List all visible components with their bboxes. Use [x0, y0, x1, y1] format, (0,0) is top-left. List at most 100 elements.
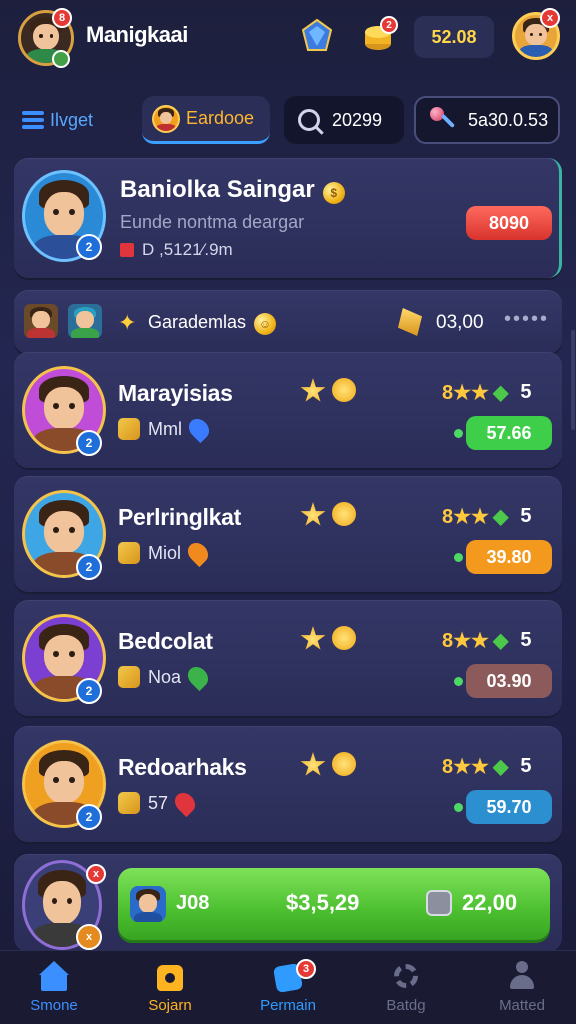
avatar-icon — [152, 104, 180, 133]
ticket-icon — [398, 308, 422, 336]
medal-icon — [332, 502, 356, 526]
featured-level-badge: 2 — [76, 234, 102, 260]
nav-item-home[interactable]: Smone — [4, 961, 104, 1014]
profile-icon — [507, 961, 537, 991]
tab-magic[interactable]: 5a30.0.53 — [414, 96, 560, 144]
nav-label: Smone — [30, 997, 78, 1014]
player-row[interactable]: 2 Marayisias Mml 8★★ ◆ 5 57.66 — [14, 352, 562, 468]
gear-icon — [391, 961, 421, 991]
featured-subtitle: Eunde nontma deargar — [120, 212, 305, 232]
action-card: x x J08 $3,5,29 22,00 — [14, 854, 562, 952]
avatar-notification-badge: 8 — [52, 8, 72, 28]
tab-label: Eardooe — [186, 108, 255, 128]
featured-price-button[interactable]: 8090 — [466, 206, 552, 240]
featured-player-card[interactable]: 2 Baniolka Saingar $ Eunde nontma deargar… — [14, 158, 562, 278]
bet-button[interactable]: 57.66 — [466, 416, 552, 450]
item-icon — [118, 542, 140, 564]
player-name: Bedcolat — [118, 628, 213, 654]
star-icon — [300, 378, 326, 402]
nav-item-play[interactable]: Permain 3 — [238, 959, 338, 1014]
player-name: Perlringlkat — [118, 504, 241, 530]
player-name: Marayisias — [118, 380, 233, 406]
mini-avatar-2 — [68, 304, 102, 338]
coin-notification-badge: 2 — [380, 16, 398, 34]
tab-search[interactable]: 20299 — [284, 96, 404, 144]
bottom-nav: Smone Sojarn Permain 3 Batdg Matted — [0, 950, 576, 1024]
player-info: Noa — [118, 662, 213, 692]
leaf-icon: ◆ — [492, 506, 509, 528]
gem-icon[interactable] — [300, 18, 334, 54]
bet-button[interactable]: 39.80 — [466, 540, 552, 574]
player-row[interactable]: 2 Perlringlkat Miol 8★★ ◆ 5 39.80 — [14, 476, 562, 592]
star-rating — [300, 502, 356, 528]
wand-icon — [430, 107, 456, 133]
scrollbar[interactable] — [571, 330, 575, 430]
cta-job: J08 — [176, 892, 210, 914]
tab-label: 20299 — [332, 109, 383, 130]
online-dot — [454, 803, 463, 812]
star-icon — [300, 502, 326, 526]
nav-label: Sojarn — [148, 997, 192, 1014]
star-rating — [300, 626, 356, 652]
play-button[interactable]: J08 $3,5,29 22,00 — [118, 868, 550, 940]
nav-item-gear[interactable]: Batdg — [356, 961, 456, 1014]
cta-total: $3,5,29 — [286, 890, 360, 915]
home-icon — [39, 961, 69, 991]
action-close-icon[interactable]: x — [86, 864, 106, 884]
tab-characters[interactable]: Eardooe — [142, 96, 270, 144]
player-rank: 8★★ ◆ 5 — [442, 755, 532, 778]
safe-icon — [426, 890, 452, 916]
leaf-icon: ◆ — [492, 382, 509, 404]
profile-close-icon[interactable]: x — [540, 8, 560, 28]
coin-icon: ☺ — [254, 313, 277, 335]
player-rank: 8★★ ◆ 5 — [442, 505, 532, 528]
star-rating — [300, 378, 356, 404]
medal-icon — [332, 626, 356, 650]
online-dot — [454, 677, 463, 686]
player-level-badge: 2 — [76, 430, 102, 456]
bet-button[interactable]: 59.70 — [466, 790, 552, 824]
action-level-badge: x — [76, 924, 102, 950]
nav-item-shop[interactable]: Sojarn — [120, 961, 220, 1014]
balance-display[interactable]: 52.08 — [414, 16, 494, 58]
item-icon — [118, 792, 140, 814]
top-bar: 8 Manigkaai 2 52.08 x — [0, 0, 576, 78]
featured-name: Baniolka Saingar $ — [120, 176, 345, 204]
strip-label: Garademlas ☺ — [148, 312, 277, 335]
player-level-badge: 2 — [76, 678, 102, 704]
location-pin-icon — [184, 414, 214, 444]
player-rank: 8★★ ◆ 5 — [442, 629, 532, 652]
nav-label: Matted — [499, 997, 545, 1014]
chart-icon — [120, 243, 134, 257]
player-row[interactable]: 2 Redoarhaks 57 8★★ ◆ 5 59.70 — [14, 726, 562, 842]
player-info: Miol — [118, 538, 213, 568]
sparkle-icon: ✦ — [118, 310, 137, 335]
player-info: 57 — [118, 788, 200, 818]
coin-icon: $ — [322, 182, 345, 204]
strip-value: 03,00 — [436, 312, 484, 333]
online-dot — [454, 429, 463, 438]
mini-avatar-1 — [24, 304, 58, 338]
star-rating — [300, 752, 356, 778]
medal-icon — [332, 378, 356, 402]
nav-label: Batdg — [386, 997, 426, 1014]
rewards-strip[interactable]: ✦ Garademlas ☺ 03,00 ••••• — [14, 290, 562, 354]
more-options-icon[interactable]: ••••• — [504, 308, 549, 331]
bet-button[interactable]: 03.90 — [466, 664, 552, 698]
cta-amount: 22,00 — [462, 890, 518, 915]
nav-label: Permain — [260, 997, 316, 1014]
item-icon — [118, 666, 140, 688]
shop-icon — [155, 961, 185, 991]
player-row[interactable]: 2 Bedcolat Noa 8★★ ◆ 5 03.90 — [14, 600, 562, 716]
player-level-badge: 2 — [76, 554, 102, 580]
location-pin-icon — [183, 662, 213, 692]
location-pin-icon — [170, 788, 200, 818]
nav-badge: 3 — [296, 959, 316, 979]
tab-widget[interactable]: Ilvget — [22, 96, 132, 144]
medal-icon — [332, 752, 356, 776]
nav-item-profile[interactable]: Matted — [472, 961, 572, 1014]
online-status-dot — [52, 50, 70, 68]
menu-icon — [22, 111, 44, 129]
featured-stat: D ,5121⁄.9m — [120, 240, 233, 260]
player-name: Manigkaai — [86, 22, 188, 47]
